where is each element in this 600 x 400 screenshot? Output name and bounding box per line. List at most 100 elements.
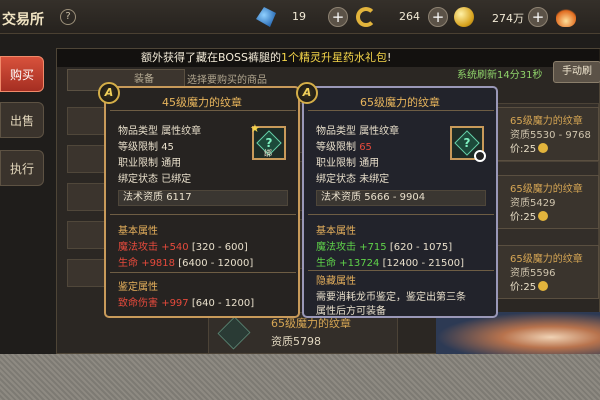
value: 6117 — [166, 192, 192, 203]
divider — [110, 272, 296, 273]
hidden-attr-title: 隐藏属性 — [316, 276, 356, 287]
label: 致命伤害 — [118, 298, 158, 309]
magnifier-icon[interactable] — [474, 150, 486, 162]
monster-mascot-image — [436, 312, 600, 354]
label: 等级限制 — [316, 142, 356, 153]
divider — [308, 270, 494, 271]
range: [320 - 600] — [191, 242, 248, 253]
star-icon: ★ — [250, 122, 260, 135]
add-gold-button[interactable]: + — [528, 7, 548, 27]
ground-texture — [0, 354, 600, 400]
tooltip-title: 65级魔力的纹章 — [360, 96, 440, 109]
item-aptitude: 资质5530 - 9768 — [510, 130, 591, 141]
label: 法术资质 — [321, 192, 361, 203]
bind-line: 绑定状态 已绑定 — [118, 170, 191, 185]
aptitude-box: 法术资质 6117 — [118, 190, 288, 206]
bound-label: 绑 — [264, 149, 272, 158]
hidden-attr-text: 需要消耗龙币鉴定，鉴定出第三条 — [316, 292, 466, 303]
question-icon: ? — [463, 136, 471, 150]
job-line: 职业限制 通用 — [118, 154, 181, 169]
item-aptitude: 资质5798 — [271, 335, 321, 348]
filter-hint: 选择要购买的商品 — [187, 75, 267, 86]
list-item[interactable]: 65级魔力的纹章 资质5530 - 9768 价:25 — [497, 107, 599, 161]
flame-icon — [556, 7, 576, 27]
value: 5666 - 9904 — [364, 192, 426, 203]
label: 法术资质 — [123, 192, 163, 203]
divider — [110, 214, 296, 215]
value: 65 — [359, 142, 372, 153]
currency-amount: 274万 — [492, 12, 524, 25]
label: 生命 — [118, 258, 138, 269]
value: +9818 — [141, 258, 176, 269]
hidden-attr-text: 属性后方可装备 — [316, 306, 386, 317]
label: 魔法攻击 — [316, 242, 356, 253]
label: 生命 — [316, 258, 336, 269]
attr-line: 生命 +13724 [12400 - 21500] — [316, 254, 464, 269]
page-title: 交易所 — [2, 12, 44, 28]
range: [12400 - 21500] — [382, 258, 464, 269]
tab-buy[interactable]: 购买 — [0, 56, 44, 92]
help-icon[interactable]: ? — [60, 9, 76, 25]
add-swirl-button[interactable]: + — [428, 7, 448, 27]
banner-prefix: 额外获得了藏在BOSS裤腿的 — [141, 51, 281, 64]
item-type-line: 物品类型 属性纹章 — [316, 122, 399, 137]
label: 绑定状态 — [316, 174, 356, 185]
price-text: 价:25 — [510, 212, 537, 223]
label: 绑定状态 — [118, 174, 158, 185]
item-type-line: 物品类型 属性纹章 — [118, 122, 201, 137]
list-item[interactable]: 65级魔力的纹章 资质5429 价:25 — [497, 175, 599, 229]
value: +540 — [161, 242, 189, 253]
item-tooltip-market: A 65级魔力的纹章 物品类型 属性纹章 等级限制 65 职业限制 通用 绑定状… — [296, 82, 498, 318]
item-price: 价:25 — [510, 208, 549, 223]
value: 通用 — [359, 158, 380, 169]
base-attr-title: 基本属性 — [316, 226, 356, 237]
price-text: 价:25 — [510, 144, 537, 155]
job-line: 职业限制 通用 — [316, 154, 379, 169]
label: 魔法攻击 — [118, 242, 158, 253]
value: +997 — [161, 298, 189, 309]
value: +715 — [359, 242, 387, 253]
attr-line: 生命 +9818 [6400 - 12000] — [118, 254, 253, 269]
reward-banner: 额外获得了藏在BOSS裤腿的1个精灵升星药水礼包! — [57, 49, 600, 67]
range: [640 - 1200] — [191, 298, 255, 309]
tab-sell[interactable]: 出售 — [0, 102, 44, 138]
refresh-timer: 系统刷新14分31秒 — [457, 70, 543, 81]
attr-line: 致命伤害 +997 [640 - 1200] — [118, 294, 254, 309]
add-wing-button[interactable]: + — [328, 7, 348, 27]
value: +13724 — [339, 258, 380, 269]
divider — [308, 214, 494, 215]
label: 物品类型 — [316, 126, 356, 137]
item-price: 价:25 — [510, 140, 549, 155]
attr-line: 魔法攻击 +715 [620 - 1075] — [316, 238, 452, 253]
divider — [308, 110, 494, 111]
list-item[interactable]: 65级魔力的纹章 资质5798 — [208, 312, 398, 354]
divider — [110, 110, 296, 111]
coin-icon — [538, 281, 549, 291]
coin-icon — [538, 143, 549, 153]
price-text: 价:25 — [510, 282, 537, 293]
tooltip-title: 45级魔力的纹章 — [162, 96, 242, 109]
value: 已绑定 — [161, 174, 192, 185]
currency-amount: 19 — [292, 10, 306, 23]
item-name: 65级魔力的纹章 — [510, 254, 583, 265]
list-item[interactable]: 65级魔力的纹章 资质5596 价:25 — [497, 245, 599, 299]
range: [620 - 1075] — [389, 242, 453, 253]
manual-refresh-button[interactable]: 手动刷 — [553, 61, 600, 83]
item-price: 价:25 — [510, 278, 549, 293]
item-aptitude: 资质5596 — [510, 268, 556, 279]
level-line: 等级限制 45 — [118, 138, 174, 153]
bind-line: 绑定状态 未绑定 — [316, 170, 389, 185]
value: 通用 — [161, 158, 182, 169]
top-bar: 交易所 ? 19 + 264 + 274万 + — [0, 0, 600, 34]
value: 属性纹章 — [161, 126, 202, 137]
aptitude-box: 法术资质 5666 - 9904 — [316, 190, 486, 206]
emblem-slot[interactable]: ? — [450, 126, 486, 162]
value: 45 — [161, 142, 174, 153]
banner-suffix: ! — [386, 51, 392, 64]
tab-execute[interactable]: 执行 — [0, 150, 44, 186]
label: 职业限制 — [118, 158, 158, 169]
item-tooltip-owned: A 45级魔力的纹章 物品类型 属性纹章 等级限制 45 职业限制 通用 绑定状… — [98, 82, 300, 318]
value: 未绑定 — [359, 174, 390, 185]
level-line: 等级限制 65 — [316, 138, 372, 153]
coin-icon — [538, 211, 549, 221]
